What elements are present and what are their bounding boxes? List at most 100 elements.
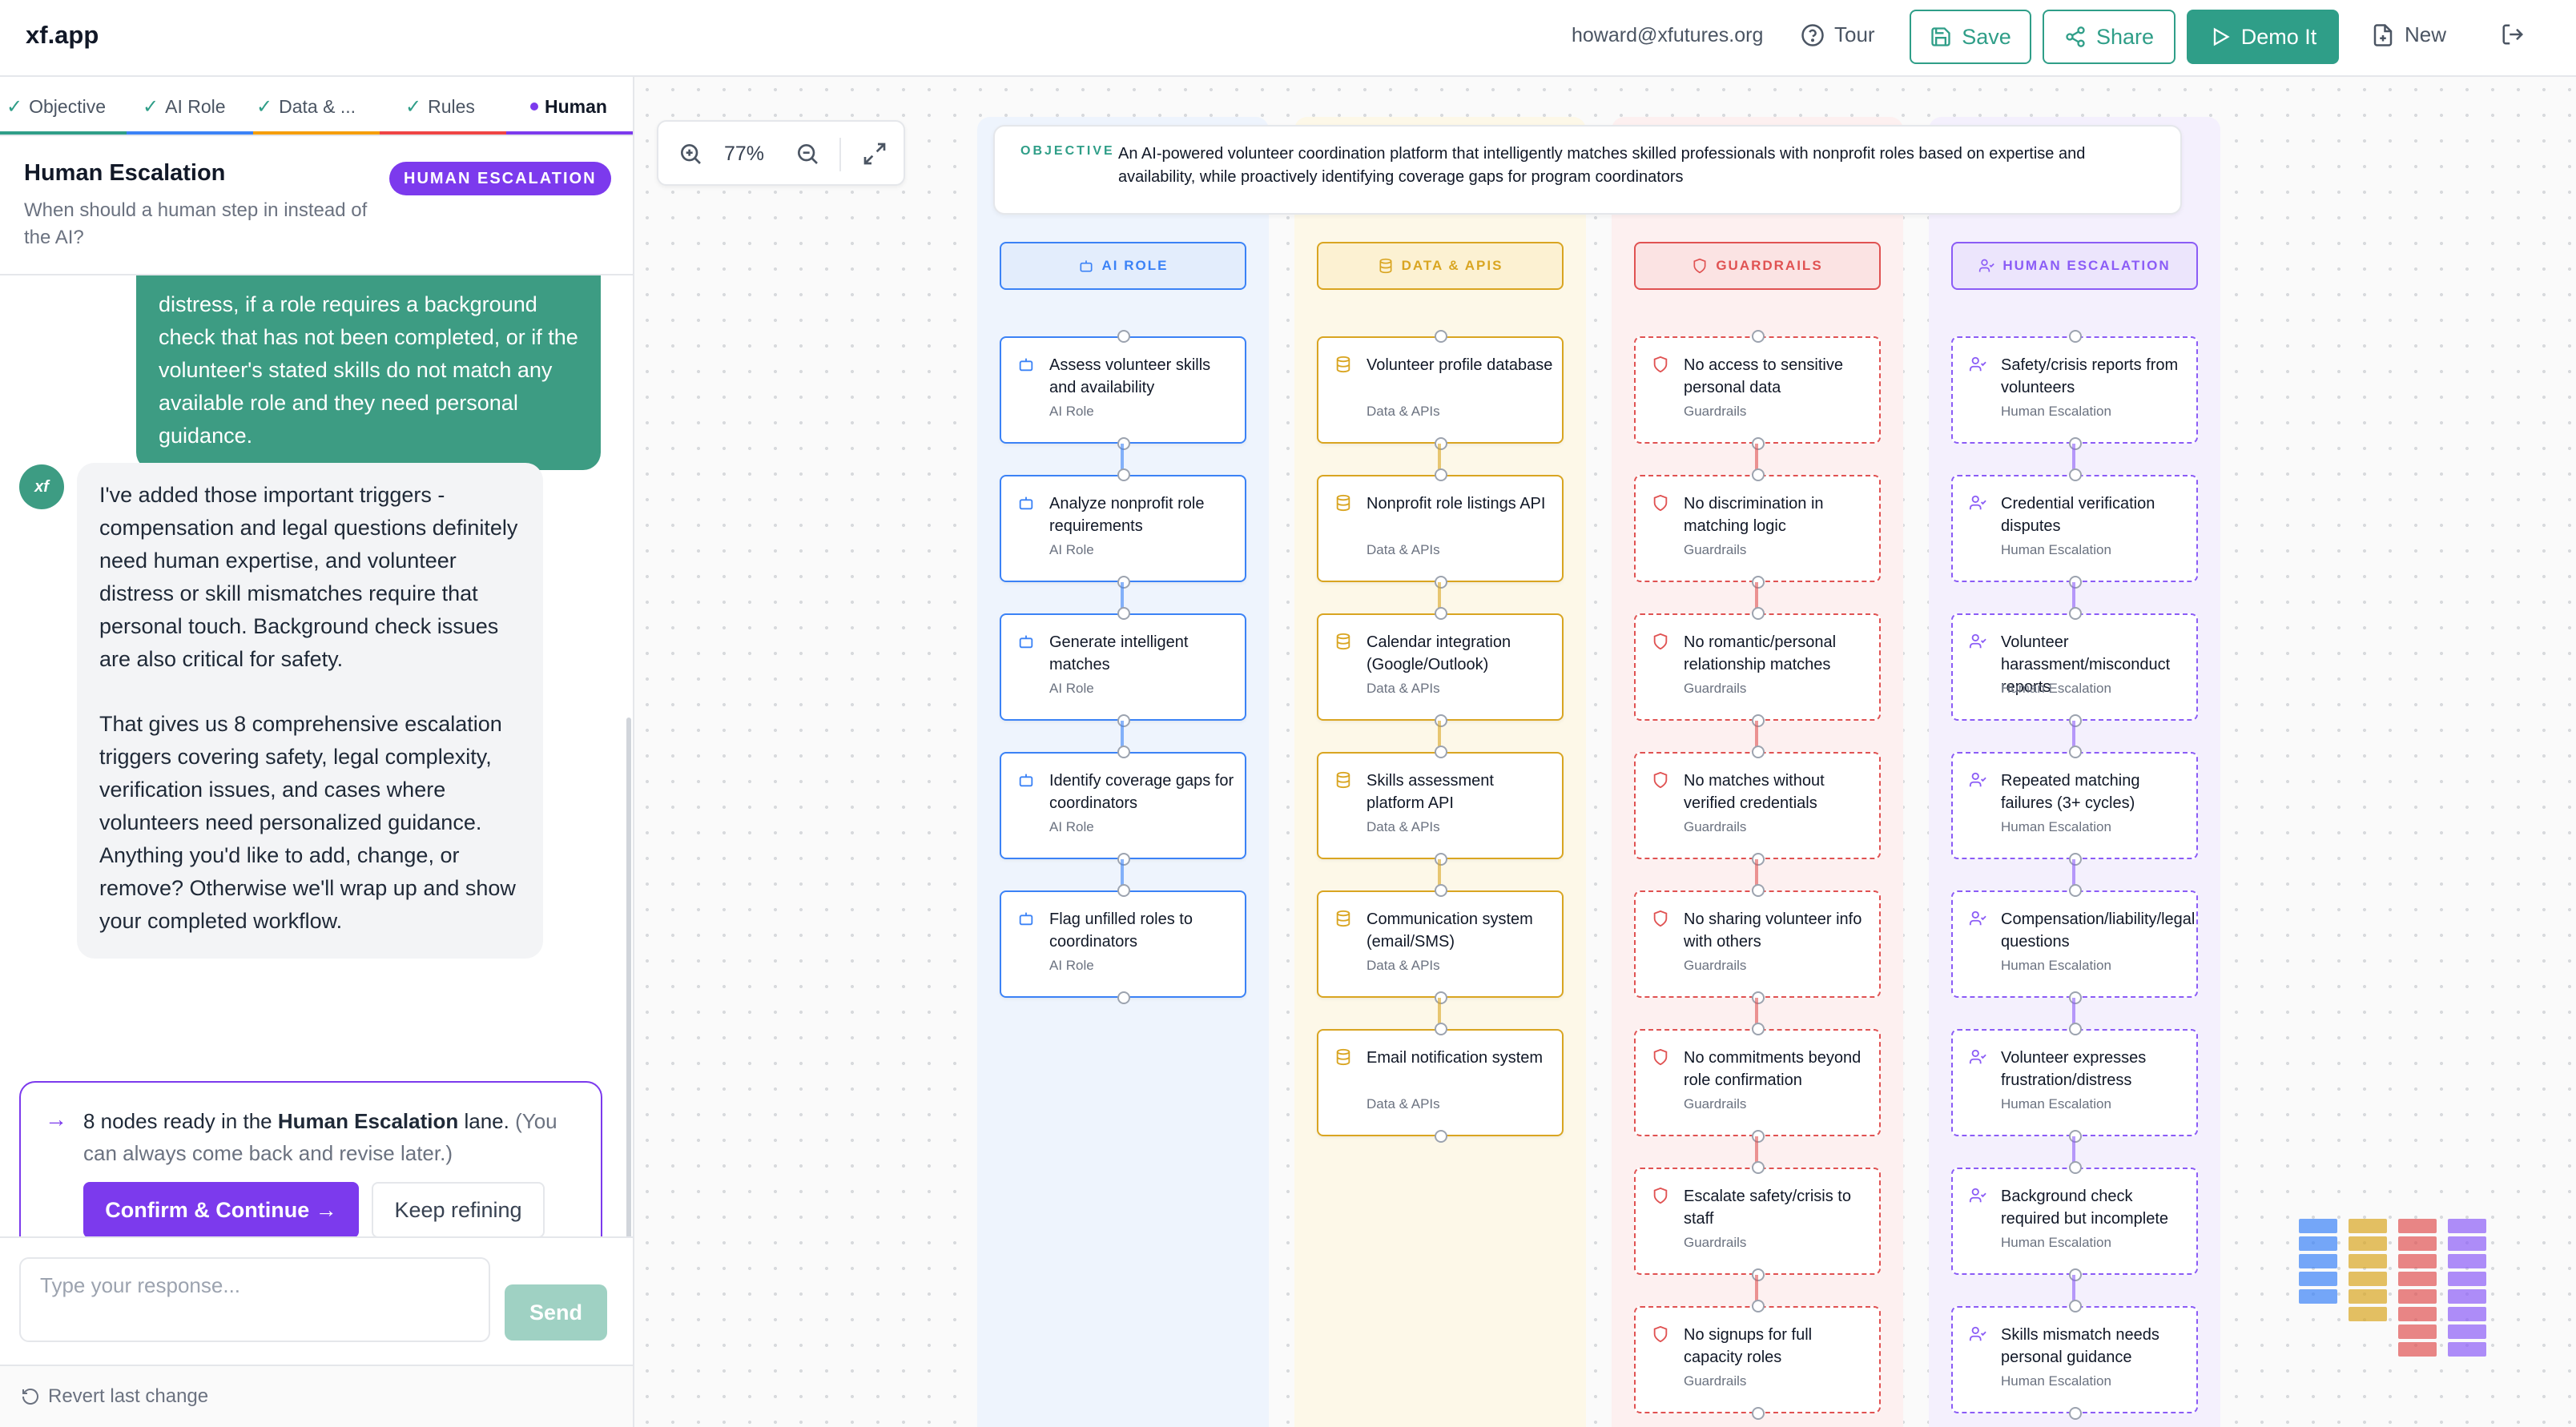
- output-port[interactable]: [1435, 437, 1447, 450]
- workflow-node[interactable]: Calendar integration (Google/Outlook) Da…: [1317, 607, 1564, 727]
- output-port[interactable]: [1752, 714, 1765, 727]
- input-port[interactable]: [1435, 607, 1447, 620]
- input-port[interactable]: [1752, 468, 1765, 481]
- tab-objective[interactable]: ✓ Objective: [6, 77, 106, 136]
- workflow-node[interactable]: Volunteer profile database Data & APIs: [1317, 330, 1564, 450]
- workflow-node[interactable]: Analyze nonprofit role requirements AI R…: [1000, 468, 1246, 589]
- tab-human[interactable]: Human: [530, 77, 607, 136]
- output-port[interactable]: [2069, 437, 2082, 450]
- revert-button[interactable]: Revert last change: [0, 1365, 633, 1427]
- output-port[interactable]: [2069, 853, 2082, 866]
- input-port[interactable]: [2069, 607, 2082, 620]
- keep-refining-button[interactable]: Keep refining: [372, 1182, 545, 1236]
- input-port[interactable]: [1435, 884, 1447, 897]
- output-port[interactable]: [1435, 714, 1447, 727]
- workflow-node[interactable]: Background check required but incomplete…: [1951, 1161, 2198, 1281]
- workflow-node[interactable]: Communication system (email/SMS) Data & …: [1317, 884, 1564, 1004]
- workflow-node[interactable]: No commitments beyond role confirmation …: [1634, 1023, 1881, 1143]
- output-port[interactable]: [1435, 991, 1447, 1004]
- input-port[interactable]: [1752, 1023, 1765, 1035]
- workflow-node[interactable]: Identify coverage gaps for coordinators …: [1000, 746, 1246, 866]
- workflow-node[interactable]: No matches without verified credentials …: [1634, 746, 1881, 866]
- workflow-node[interactable]: No sharing volunteer info with others Gu…: [1634, 884, 1881, 1004]
- workflow-node[interactable]: Flag unfilled roles to coordinators AI R…: [1000, 884, 1246, 1004]
- input-port[interactable]: [1117, 746, 1130, 758]
- input-port[interactable]: [2069, 1300, 2082, 1312]
- output-port[interactable]: [1435, 576, 1447, 589]
- workflow-canvas[interactable]: 77% AI ROLE Assess volunteer skills and …: [634, 77, 2576, 1427]
- output-port[interactable]: [2069, 1407, 2082, 1420]
- input-port[interactable]: [1752, 1300, 1765, 1312]
- output-port[interactable]: [1117, 576, 1130, 589]
- workflow-node[interactable]: No romantic/personal relationship matche…: [1634, 607, 1881, 727]
- tour-button[interactable]: Tour: [1801, 22, 1875, 47]
- workflow-node[interactable]: No discrimination in matching logic Guar…: [1634, 468, 1881, 589]
- input-port[interactable]: [1117, 607, 1130, 620]
- chat-scrollbar[interactable]: [626, 718, 631, 1315]
- response-input[interactable]: Type your response...: [19, 1257, 490, 1342]
- input-port[interactable]: [2069, 1023, 2082, 1035]
- chat-thread[interactable]: distress, if a role requires a backgroun…: [0, 275, 633, 1236]
- output-port[interactable]: [1752, 853, 1765, 866]
- output-port[interactable]: [2069, 991, 2082, 1004]
- zoom-in-icon[interactable]: [678, 141, 703, 167]
- input-port[interactable]: [1435, 330, 1447, 343]
- share-button[interactable]: Share: [2043, 10, 2176, 64]
- save-button[interactable]: Save: [1910, 10, 2031, 64]
- output-port[interactable]: [1752, 991, 1765, 1004]
- output-port[interactable]: [1117, 991, 1130, 1004]
- output-port[interactable]: [2069, 576, 2082, 589]
- app-logo[interactable]: xf.app: [26, 21, 99, 50]
- output-port[interactable]: [1117, 437, 1130, 450]
- input-port[interactable]: [2069, 884, 2082, 897]
- input-port[interactable]: [1117, 468, 1130, 481]
- tab-ai-role[interactable]: ✓ AI Role: [143, 77, 226, 136]
- output-port[interactable]: [2069, 714, 2082, 727]
- workflow-node[interactable]: Nonprofit role listings API Data & APIs: [1317, 468, 1564, 589]
- workflow-node[interactable]: Compensation/liability/legal questions H…: [1951, 884, 2198, 1004]
- tab-data[interactable]: ✓ Data & ...: [256, 77, 356, 136]
- input-port[interactable]: [1435, 468, 1447, 481]
- workflow-node[interactable]: Credential verification disputes Human E…: [1951, 468, 2198, 589]
- input-port[interactable]: [1752, 1161, 1765, 1174]
- output-port[interactable]: [1752, 1130, 1765, 1143]
- input-port[interactable]: [1752, 746, 1765, 758]
- lane-header-data[interactable]: DATA & APIS: [1317, 242, 1564, 290]
- workflow-node[interactable]: Volunteer harassment/misconduct reports …: [1951, 607, 2198, 727]
- zoom-out-icon[interactable]: [795, 141, 820, 167]
- lane-header-rules[interactable]: GUARDRAILS: [1634, 242, 1881, 290]
- tab-rules[interactable]: ✓ Rules: [405, 77, 475, 136]
- workflow-node[interactable]: No access to sensitive personal data Gua…: [1634, 330, 1881, 450]
- output-port[interactable]: [1117, 714, 1130, 727]
- output-port[interactable]: [1752, 576, 1765, 589]
- new-button[interactable]: New: [2371, 22, 2446, 47]
- send-button[interactable]: Send: [505, 1284, 607, 1341]
- output-port[interactable]: [1117, 853, 1130, 866]
- objective-box[interactable]: OBJECTIVE An AI-powered volunteer coordi…: [993, 125, 2182, 215]
- workflow-node[interactable]: Safety/crisis reports from volunteers Hu…: [1951, 330, 2198, 450]
- input-port[interactable]: [1752, 330, 1765, 343]
- input-port[interactable]: [1435, 746, 1447, 758]
- input-port[interactable]: [1117, 884, 1130, 897]
- workflow-node[interactable]: Assess volunteer skills and availability…: [1000, 330, 1246, 450]
- workflow-node[interactable]: Skills assessment platform API Data & AP…: [1317, 746, 1564, 866]
- workflow-node[interactable]: Repeated matching failures (3+ cycles) H…: [1951, 746, 2198, 866]
- workflow-node[interactable]: Generate intelligent matches AI Role: [1000, 607, 1246, 727]
- output-port[interactable]: [1435, 1130, 1447, 1143]
- workflow-node[interactable]: No signups for full capacity roles Guard…: [1634, 1300, 1881, 1420]
- confirm-continue-button[interactable]: Confirm & Continue →: [83, 1182, 359, 1236]
- output-port[interactable]: [2069, 1130, 2082, 1143]
- lane-header-human[interactable]: HUMAN ESCALATION: [1951, 242, 2198, 290]
- workflow-node[interactable]: Skills mismatch needs personal guidance …: [1951, 1300, 2198, 1420]
- lane-header-ai[interactable]: AI ROLE: [1000, 242, 1246, 290]
- fullscreen-icon[interactable]: [862, 141, 888, 167]
- input-port[interactable]: [1752, 884, 1765, 897]
- input-port[interactable]: [1752, 607, 1765, 620]
- output-port[interactable]: [1435, 853, 1447, 866]
- input-port[interactable]: [1435, 1023, 1447, 1035]
- output-port[interactable]: [2069, 1268, 2082, 1281]
- demo-button[interactable]: Demo It: [2187, 10, 2339, 64]
- input-port[interactable]: [2069, 1161, 2082, 1174]
- input-port[interactable]: [2069, 330, 2082, 343]
- logout-button[interactable]: [2501, 22, 2525, 46]
